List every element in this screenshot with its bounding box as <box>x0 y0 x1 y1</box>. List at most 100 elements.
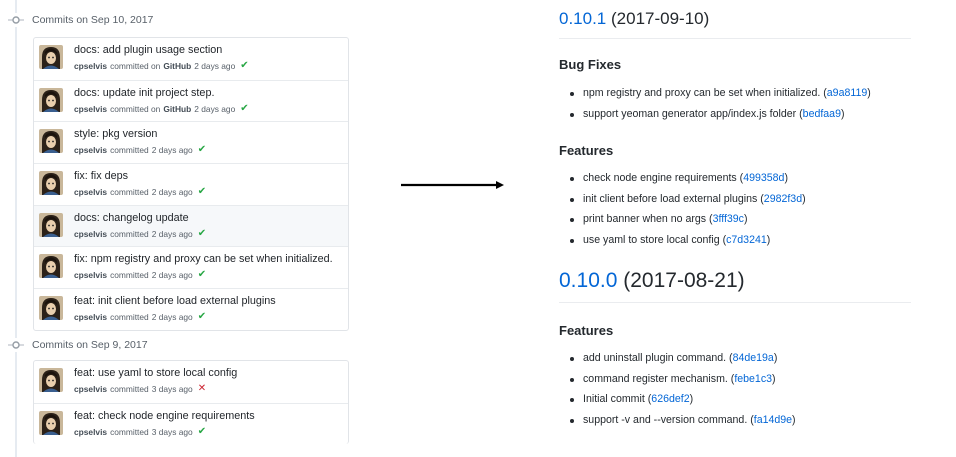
commit-verb: committed <box>110 426 149 437</box>
commit-author[interactable]: cpselvis <box>74 104 107 114</box>
commit-row[interactable]: feat: check node engine requirements cpse… <box>34 402 348 445</box>
check-icon[interactable]: ✔ <box>198 426 206 437</box>
commit-group-date: Commits on Sep 9, 2017 <box>32 339 148 351</box>
change-text: init client before load external plugins <box>583 192 761 205</box>
changelog-item: add uninstall plugin command. (84de19a) <box>570 352 796 373</box>
avatar-image <box>39 171 63 196</box>
commit-time: 2 days ago <box>194 103 236 114</box>
paren-close: ) <box>784 172 788 184</box>
timeline-line <box>15 0 17 457</box>
commit-verb: committed <box>110 312 149 323</box>
avatar[interactable] <box>39 45 63 69</box>
version-link[interactable]: 0.10.0 <box>559 269 617 292</box>
commit-title[interactable]: fix: npm registry and proxy can be set w… <box>74 253 333 265</box>
changelog: 0.10.1 (2017-09-10) Bug Fixes npm regist… <box>559 0 919 457</box>
commit-hash-link[interactable]: a9a8119 <box>827 87 867 99</box>
avatar-image <box>39 87 63 112</box>
commit-row[interactable]: feat: use yaml to store local config cpse… <box>34 361 348 403</box>
release-date: (2017-09-10) <box>611 9 710 28</box>
changelog-item: command register mechanism. (febe1c3) <box>570 373 796 394</box>
commit-verb: committed on <box>110 61 161 71</box>
commit-author[interactable]: cpselvis <box>74 187 107 197</box>
commit-meta: cpselvis committed 2 days ago ✔ <box>74 228 206 239</box>
version-link[interactable]: 0.10.1 <box>559 9 606 28</box>
commit-row[interactable]: docs: update init project step. cpselvis c… <box>34 79 348 122</box>
commit-hash-link[interactable]: fa14d9e <box>754 414 792 426</box>
avatar[interactable] <box>39 410 63 435</box>
paren-close: ) <box>689 393 694 406</box>
commit-history: Commits on Sep 10, 2017 docs: add plugin… <box>0 0 360 457</box>
avatar-image <box>39 296 63 321</box>
check-icon[interactable]: ✔ <box>198 145 206 155</box>
commit-hash-link[interactable]: c7d3241 <box>726 234 767 246</box>
avatar-image <box>39 129 63 154</box>
change-text: print banner when no args <box>583 213 710 226</box>
commit-hash-link[interactable]: 3fff39c <box>713 213 744 225</box>
commit-author[interactable]: cpselvis <box>74 270 107 280</box>
changelog-item: npm registry and proxy can be set when i… <box>570 87 871 108</box>
commit-hash-link[interactable]: 2982f3d <box>764 193 802 205</box>
commit-time: 2 days ago <box>151 312 193 323</box>
committer-platform: GitHub <box>163 103 192 114</box>
commit-row[interactable]: feat: init client before load external p… <box>34 288 348 330</box>
avatar[interactable] <box>39 171 63 196</box>
avatar[interactable] <box>39 296 63 321</box>
commit-title[interactable]: docs: update init project step. <box>74 87 214 99</box>
changelog-item: Initial commit (626def2) <box>570 393 796 414</box>
commit-author[interactable]: cpselvis <box>74 384 107 394</box>
commit-hash-link[interactable]: 626def2 <box>651 393 689 405</box>
check-icon[interactable]: ✔ <box>198 270 206 280</box>
git-commit-icon <box>8 338 24 352</box>
commit-title[interactable]: style: pkg version <box>74 128 157 140</box>
commit-author[interactable]: cpselvis <box>74 312 107 322</box>
commit-verb: committed <box>110 228 149 239</box>
check-icon[interactable]: ✔ <box>240 61 248 71</box>
commit-title[interactable]: docs: add plugin usage section <box>74 44 222 56</box>
avatar[interactable] <box>39 368 63 392</box>
check-icon[interactable]: ✔ <box>198 312 206 322</box>
bugfix-list: npm registry and proxy can be set when i… <box>570 87 871 128</box>
avatar[interactable] <box>39 212 63 237</box>
commit-row[interactable]: docs: changelog update cpselvis committed 2… <box>34 204 348 247</box>
changelog-item: init client before load external plugins… <box>570 193 806 214</box>
x-icon[interactable]: ✕ <box>198 384 206 394</box>
commit-author[interactable]: cpselvis <box>74 145 107 155</box>
commit-author[interactable]: cpselvis <box>74 229 107 239</box>
commit-title[interactable]: docs: changelog update <box>74 212 189 224</box>
commit-hash-link[interactable]: 84de19a <box>733 352 774 364</box>
commit-row[interactable]: fix: fix deps cpselvis committed 2 days ago… <box>34 163 348 205</box>
paren-close: ) <box>772 372 776 385</box>
paren-close: ) <box>840 107 845 120</box>
avatar[interactable] <box>39 254 63 279</box>
check-icon[interactable]: ✔ <box>198 187 206 197</box>
commit-author[interactable]: cpselvis <box>74 427 107 437</box>
commit-title[interactable]: feat: init client before load external p… <box>74 295 276 307</box>
commit-hash-link[interactable]: bedfaa9 <box>803 108 841 120</box>
commit-row[interactable]: style: pkg version cpselvis committed 2 day… <box>34 121 348 163</box>
check-icon[interactable]: ✔ <box>240 103 248 114</box>
commit-verb: committed <box>110 187 149 198</box>
section-heading: Features <box>559 143 614 158</box>
commit-time: 3 days ago <box>151 384 193 394</box>
commit-meta: cpselvis committed 2 days ago ✔ <box>74 187 206 198</box>
commit-author[interactable]: cpselvis <box>74 61 107 71</box>
changelog-item: check node engine requirements (499358d) <box>570 172 806 193</box>
commit-verb: committed <box>110 145 149 156</box>
commit-row[interactable]: docs: add plugin usage section cpselvis co… <box>34 38 348 80</box>
commit-meta: cpselvis committed on GitHub 2 days ago ✔ <box>74 103 249 114</box>
change-text: Initial commit <box>583 393 648 406</box>
commit-hash-link[interactable]: febe1c3 <box>734 373 772 385</box>
check-icon[interactable]: ✔ <box>198 228 206 239</box>
avatar[interactable] <box>39 129 63 154</box>
commit-title[interactable]: feat: check node engine requirements <box>74 410 255 422</box>
avatar[interactable] <box>39 87 63 112</box>
paren-close: ) <box>792 414 796 427</box>
commit-hash-link[interactable]: 499358d <box>743 172 784 184</box>
commit-row[interactable]: fix: npm registry and proxy can be set w… <box>34 246 348 288</box>
commit-title[interactable]: feat: use yaml to store local config <box>74 367 237 379</box>
paren-close: ) <box>773 352 778 364</box>
section-heading: Bug Fixes <box>559 57 622 72</box>
change-text: npm registry and proxy can be set when i… <box>583 87 824 99</box>
commit-title[interactable]: fix: fix deps <box>74 170 128 182</box>
commit-time: 2 days ago <box>151 145 193 156</box>
